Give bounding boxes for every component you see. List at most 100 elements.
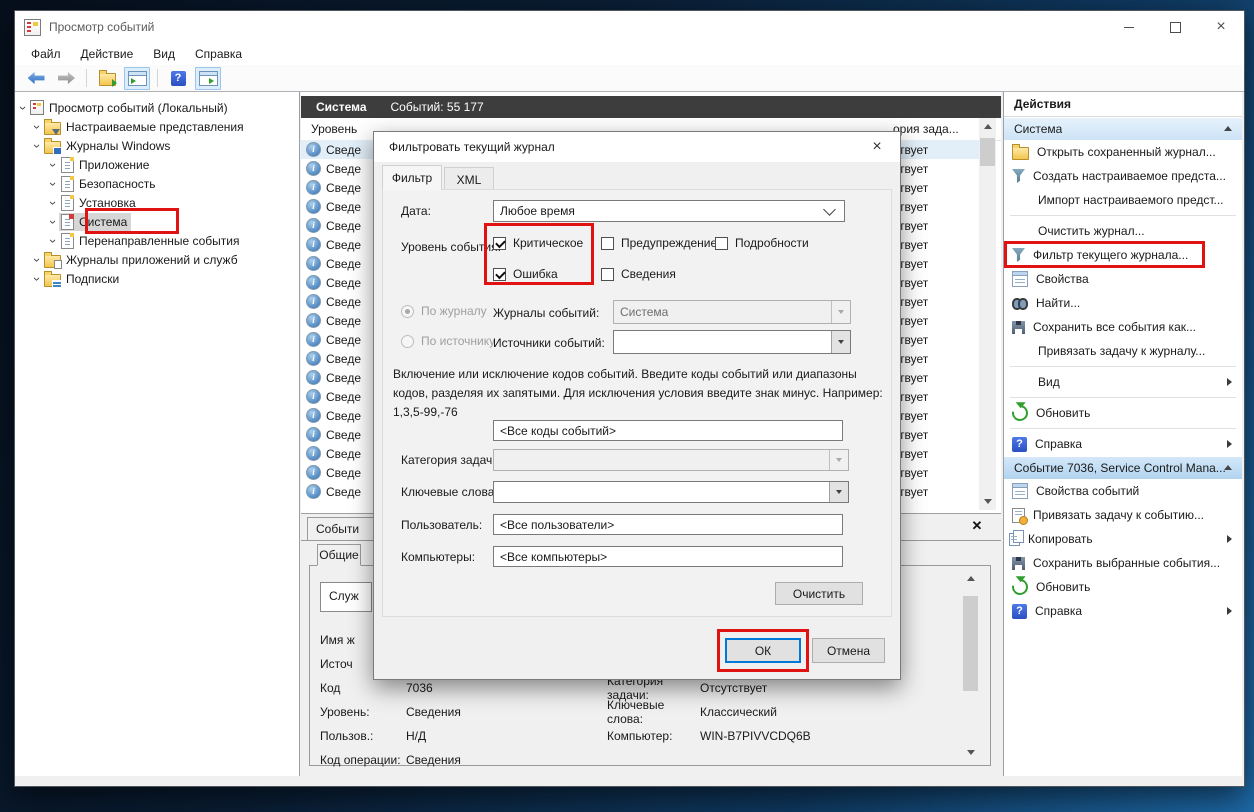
window-title: Просмотр событий: [49, 20, 154, 34]
collapse-section-icon[interactable]: [1224, 465, 1232, 470]
date-combobox[interactable]: Любое время: [493, 200, 845, 222]
tree-expander-icon[interactable]: [47, 216, 59, 228]
submenu-arrow-icon: [1227, 535, 1232, 543]
action-item[interactable]: Импорт настраиваемого предст...: [1004, 188, 1242, 212]
section-header-label: Система: [1014, 122, 1062, 136]
level-checkbox[interactable]: Подробности: [715, 236, 809, 250]
event-level-cell: Сведе: [326, 143, 361, 157]
column-header-task-category[interactable]: ория зада...: [893, 122, 959, 136]
minimize-button[interactable]: [1106, 11, 1152, 43]
tree-item[interactable]: Настраиваемые представления: [31, 117, 299, 136]
action-item[interactable]: Обновить: [1004, 575, 1242, 599]
tree-item[interactable]: Журналы Windows: [31, 136, 299, 155]
tree-item[interactable]: Безопасность: [47, 174, 299, 193]
tree-expander-icon[interactable]: [31, 121, 43, 133]
tree-expander-icon[interactable]: [47, 235, 59, 247]
scroll-up-icon[interactable]: [979, 118, 996, 135]
action-item[interactable]: Свойства: [1004, 267, 1242, 291]
level-checkbox[interactable]: Предупреждение: [601, 236, 717, 250]
tree-item-icon: [44, 141, 61, 154]
tree-item[interactable]: Приложение: [47, 155, 299, 174]
tree-expander-icon[interactable]: [47, 178, 59, 190]
ok-button[interactable]: ОК: [725, 638, 801, 663]
action-item[interactable]: Справка: [1004, 599, 1242, 623]
back-button[interactable]: [23, 67, 49, 90]
preview-close-button[interactable]: ✕: [969, 518, 985, 534]
scrollbar-thumb[interactable]: [963, 596, 978, 691]
tree-expander-icon[interactable]: [17, 102, 29, 114]
action-item[interactable]: Справка: [1004, 432, 1242, 456]
tree-item[interactable]: Перенаправленные события: [47, 231, 299, 250]
level-checkbox[interactable]: Сведения: [601, 267, 717, 281]
action-item[interactable]: Копировать: [1004, 527, 1242, 551]
action-item-icon: [1012, 557, 1025, 570]
forward-button[interactable]: [53, 67, 79, 90]
maximize-button[interactable]: [1152, 11, 1198, 43]
action-item[interactable]: Свойства событий: [1004, 479, 1242, 503]
action-pane-toggle-button[interactable]: [195, 67, 221, 90]
scroll-down-icon[interactable]: [979, 493, 996, 510]
tree-item-content: Установка: [59, 194, 140, 212]
level-checkbox[interactable]: Критическое: [493, 236, 583, 250]
user-input[interactable]: <Все пользователи>: [493, 514, 843, 535]
tree-item[interactable]: Подписки: [31, 269, 299, 288]
action-item[interactable]: Открыть сохраненный журнал...: [1004, 140, 1242, 164]
menu-item[interactable]: Справка: [185, 45, 252, 63]
action-item[interactable]: Найти...: [1004, 291, 1242, 315]
cancel-button[interactable]: Отмена: [812, 638, 885, 663]
tree-item[interactable]: Журналы приложений и служб: [31, 250, 299, 269]
collapse-section-icon[interactable]: [1224, 126, 1232, 131]
field-value: Отсутствует: [700, 681, 767, 695]
tree-item-label: Установка: [78, 196, 136, 210]
action-item[interactable]: Привязать задачу к событию...: [1004, 503, 1242, 527]
action-item-icon: [1012, 248, 1025, 262]
scroll-up-icon[interactable]: [962, 570, 979, 587]
clear-button[interactable]: Очистить: [775, 582, 863, 605]
column-header-level[interactable]: Уровень: [311, 122, 357, 136]
action-item[interactable]: Обновить: [1004, 401, 1242, 425]
action-item[interactable]: Сохранить все события как...: [1004, 315, 1242, 339]
tab-general[interactable]: Общие: [317, 544, 361, 566]
action-item[interactable]: Очистить журнал...: [1004, 219, 1242, 243]
tree-expander-icon[interactable]: [47, 159, 59, 171]
action-item[interactable]: Создать настраиваемое предста...: [1004, 164, 1242, 188]
tree-expander-icon[interactable]: [31, 140, 43, 152]
action-item-icon: [1012, 223, 1030, 239]
events-scrollbar[interactable]: [979, 118, 996, 510]
actions-section-header-system[interactable]: Система: [1004, 117, 1242, 140]
action-item[interactable]: Фильтр текущего журнала...: [1004, 243, 1242, 267]
tree-item[interactable]: Просмотр событий (Локальный): [17, 98, 299, 117]
level-checkbox[interactable]: Ошибка: [493, 267, 583, 281]
information-level-icon: [306, 275, 321, 290]
event-ids-input[interactable]: <Все коды событий>: [493, 420, 843, 441]
tree-expander-icon[interactable]: [47, 197, 59, 209]
back-icon: [28, 72, 45, 84]
preview-scrollbar[interactable]: [962, 570, 979, 761]
event-logs-combobox: Система: [613, 300, 851, 324]
tab-xml[interactable]: XML: [444, 167, 494, 191]
tree-expander-icon[interactable]: [31, 254, 43, 266]
menu-item[interactable]: Вид: [143, 45, 185, 63]
computers-input[interactable]: <Все компьютеры>: [493, 546, 843, 567]
console-tree-toggle-button[interactable]: [124, 67, 150, 90]
scrollbar-thumb[interactable]: [980, 138, 995, 166]
tab-filter[interactable]: Фильтр: [382, 165, 442, 190]
event-sources-combobox[interactable]: [613, 330, 851, 354]
action-item[interactable]: Привязать задачу к журналу...: [1004, 339, 1242, 363]
dialog-close-button[interactable]: ×: [868, 138, 886, 156]
tree-item[interactable]: Система: [47, 212, 299, 231]
tree-item[interactable]: Установка: [47, 193, 299, 212]
action-item[interactable]: Вид: [1004, 370, 1242, 394]
tree-expander-icon[interactable]: [31, 273, 43, 285]
actions-section-header-event[interactable]: Событие 7036, Service Control Mana...: [1004, 456, 1242, 479]
menu-item[interactable]: Действие: [71, 45, 144, 63]
help-button[interactable]: [165, 67, 191, 90]
menu-item[interactable]: Файл: [21, 45, 71, 63]
action-item-label: Очистить журнал...: [1038, 224, 1145, 238]
scroll-down-icon[interactable]: [962, 744, 979, 761]
action-item[interactable]: Сохранить выбранные события...: [1004, 551, 1242, 575]
keywords-combobox[interactable]: [493, 481, 849, 503]
titlebar: Просмотр событий ×: [15, 11, 1244, 43]
export-button[interactable]: [94, 67, 120, 90]
close-button[interactable]: ×: [1198, 11, 1244, 43]
